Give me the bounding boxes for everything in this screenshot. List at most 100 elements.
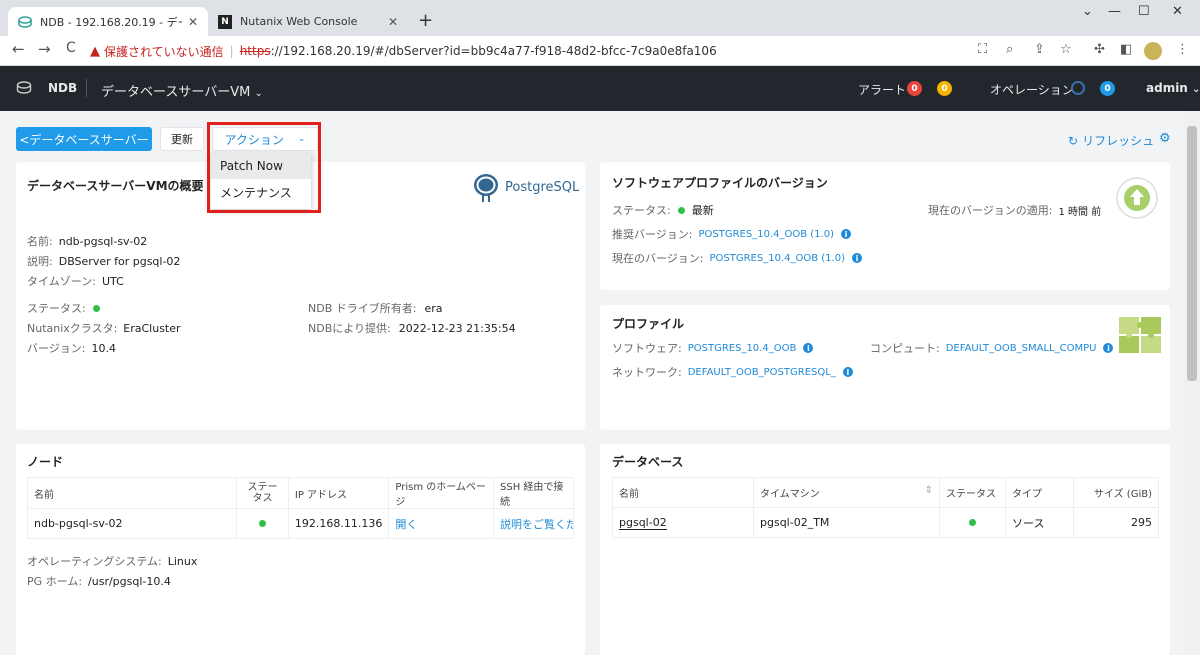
col-time-machine[interactable]: タイムマシン ⇕ <box>753 477 940 508</box>
maximize-icon[interactable]: ☐ <box>1138 4 1150 19</box>
new-tab-button[interactable]: + <box>418 10 433 31</box>
recommended-link[interactable]: POSTGRES_10.4_OOB (1.0) <box>699 229 834 240</box>
side-panel-icon[interactable]: ◧ <box>1120 42 1132 57</box>
bookmark-star-icon[interactable]: ☆ <box>1060 42 1072 57</box>
col-status[interactable]: ステータス <box>236 477 289 509</box>
menu-icon[interactable]: ⋮ <box>1176 42 1189 57</box>
applied-value: 1 時間 前 <box>1058 206 1102 218</box>
col-size[interactable]: サイズ (GiB) <box>1073 477 1159 508</box>
node-ip: 192.168.11.136 <box>287 508 390 539</box>
puzzle-icon <box>1119 317 1161 353</box>
time-machine-value: pgsql-02_TM <box>753 507 940 538</box>
operations-badge[interactable]: 0 <box>1100 81 1115 96</box>
table-header-row: 名前 タイムマシン ⇕ ステータス タイプ サイズ (GiB) <box>612 477 1159 508</box>
tab-title: NDB - 192.168.20.19 - データベース <box>40 15 182 29</box>
col-ip[interactable]: IP アドレス <box>287 477 390 509</box>
security-warning[interactable]: ▲ 保護されていない通信 <box>90 43 224 60</box>
col-name[interactable]: 名前 <box>26 477 238 509</box>
info-icon[interactable]: i <box>803 343 814 353</box>
info-icon[interactable]: i <box>851 253 862 263</box>
ssh-info-link[interactable]: 説明をご覧くださ <box>493 508 574 539</box>
version-value: 10.4 <box>91 341 117 355</box>
database-name-link[interactable]: pgsql-02 <box>619 516 667 530</box>
address-bar: ← → C ▲ 保護されていない通信 | https ://192.168.20… <box>0 36 1200 66</box>
back-button[interactable]: ← <box>12 40 25 58</box>
info-icon[interactable]: i <box>842 367 853 377</box>
action-dropdown-menu: Patch Now メンテナンス <box>211 153 311 209</box>
operations-spinner-icon <box>1071 81 1085 95</box>
url-scheme: https <box>239 44 271 58</box>
url-rest: ://192.168.20.19/#/dbServer?id=bb9c4a77-… <box>270 44 717 58</box>
desc-label: 説明: <box>27 255 53 268</box>
menu-item-patch-now[interactable]: Patch Now <box>211 153 311 179</box>
extensions-icon[interactable]: ✣ <box>1094 42 1105 57</box>
ndb-favicon-icon <box>18 15 32 28</box>
elephant-icon <box>474 174 498 202</box>
pg-home-label: PG ホーム: <box>27 575 83 588</box>
table-header-row: 名前 ステータス IP アドレス Prism のホームページ SSH 経由で接続 <box>26 477 574 509</box>
databases-table: 名前 タイムマシン ⇕ ステータス タイプ サイズ (GiB) pgsql-02 … <box>612 477 1159 538</box>
postgresql-logo: PostgreSQL <box>469 170 579 204</box>
app-logo-text[interactable]: NDB <box>48 81 77 95</box>
status-ok-icon <box>969 519 976 526</box>
close-tab-icon[interactable]: ✕ <box>188 15 198 29</box>
minimize-icon[interactable]: — <box>1108 4 1121 19</box>
nutanix-favicon-icon: N <box>218 14 232 29</box>
info-icon[interactable]: i <box>1103 343 1114 353</box>
db-type-value: ソース <box>1005 507 1074 538</box>
sw-status-value: 最新 <box>691 204 714 217</box>
version-label: バージョン: <box>27 342 86 355</box>
network-label: ネットワーク: <box>612 366 682 379</box>
network-profile-link[interactable]: DEFAULT_OOB_POSTGRESQL_ <box>688 367 836 378</box>
alerts-label[interactable]: アラート <box>858 81 906 98</box>
tab-nutanix-console[interactable]: N Nutanix Web Console ✕ <box>208 7 408 36</box>
close-window-icon[interactable]: ✕ <box>1172 4 1183 19</box>
page-scrollbar[interactable] <box>1184 111 1200 655</box>
zoom-icon[interactable]: ⌕ <box>1006 42 1013 57</box>
info-icon[interactable]: i <box>840 229 851 239</box>
databases-panel: データベース 名前 タイムマシン ⇕ ステータス タイプ サイズ (GiB) pg… <box>600 444 1170 655</box>
status-ok-icon <box>677 206 685 214</box>
refresh-link[interactable]: ↻ リフレッシュ <box>1068 132 1154 149</box>
browser-tab-bar: NDB - 192.168.20.19 - データベース ✕ N Nutanix… <box>0 0 1200 36</box>
share-icon[interactable]: ⇪ <box>1034 42 1045 57</box>
url-field[interactable]: ▲ 保護されていない通信 | https ://192.168.20.19/#/… <box>90 38 920 64</box>
col-name[interactable]: 名前 <box>612 477 754 508</box>
refresh-button[interactable]: 更新 <box>160 127 204 151</box>
alert-yellow-badge[interactable]: 0 <box>937 81 952 96</box>
back-to-db-servers-button[interactable]: <データベースサーバー <box>16 127 152 151</box>
avatar[interactable] <box>1144 42 1162 60</box>
menu-item-maintenance[interactable]: メンテナンス <box>211 179 311 205</box>
warning-text: 保護されていない通信 <box>104 44 224 59</box>
chevron-down-icon[interactable]: ⌄ <box>1082 4 1093 19</box>
forward-button[interactable]: → <box>38 40 51 58</box>
chevron-down-icon: ⌄ <box>297 134 306 144</box>
operations-label[interactable]: オペレーション <box>990 81 1074 98</box>
col-prism[interactable]: Prism のホームページ <box>388 477 494 509</box>
compute-label: コンピュート: <box>870 342 940 355</box>
scrollbar-thumb[interactable] <box>1187 126 1197 381</box>
tab-title: Nutanix Web Console <box>240 15 358 28</box>
col-status[interactable]: ステータス <box>939 477 1006 508</box>
action-dropdown[interactable]: アクション ⌄ <box>212 127 318 151</box>
alert-red-badge[interactable]: 0 <box>907 81 922 96</box>
software-profile-link[interactable]: POSTGRES_10.4_OOB <box>688 343 797 354</box>
current-link[interactable]: POSTGRES_10.4_OOB (1.0) <box>710 253 845 264</box>
translate-icon[interactable]: ⛶ <box>978 42 987 57</box>
cluster-link[interactable]: EraCluster <box>123 322 180 335</box>
compute-profile-link[interactable]: DEFAULT_OOB_SMALL_COMPU <box>946 343 1097 354</box>
close-tab-icon[interactable]: ✕ <box>388 15 398 29</box>
col-ssh[interactable]: SSH 経由で接続 <box>493 477 574 509</box>
reload-button[interactable]: C <box>66 40 76 56</box>
desc-value: DBServer for pgsql-02 <box>58 254 181 268</box>
gear-icon[interactable]: ⚙ <box>1159 131 1171 146</box>
pg-home-value: /usr/pgsql-10.4 <box>88 574 171 588</box>
cluster-label: Nutanixクラスタ: <box>27 322 118 335</box>
col-type[interactable]: タイプ <box>1005 477 1074 508</box>
breadcrumb[interactable]: データベースサーバーVM ⌄ <box>101 81 263 100</box>
user-menu[interactable]: admin ⌄ <box>1146 81 1200 95</box>
prism-open-link[interactable]: 開く <box>388 508 494 539</box>
tab-ndb[interactable]: NDB - 192.168.20.19 - データベース ✕ <box>8 7 208 36</box>
nodes-table: 名前 ステータス IP アドレス Prism のホームページ SSH 経由で接続… <box>26 477 574 539</box>
db-size-value: 295 <box>1073 507 1159 538</box>
